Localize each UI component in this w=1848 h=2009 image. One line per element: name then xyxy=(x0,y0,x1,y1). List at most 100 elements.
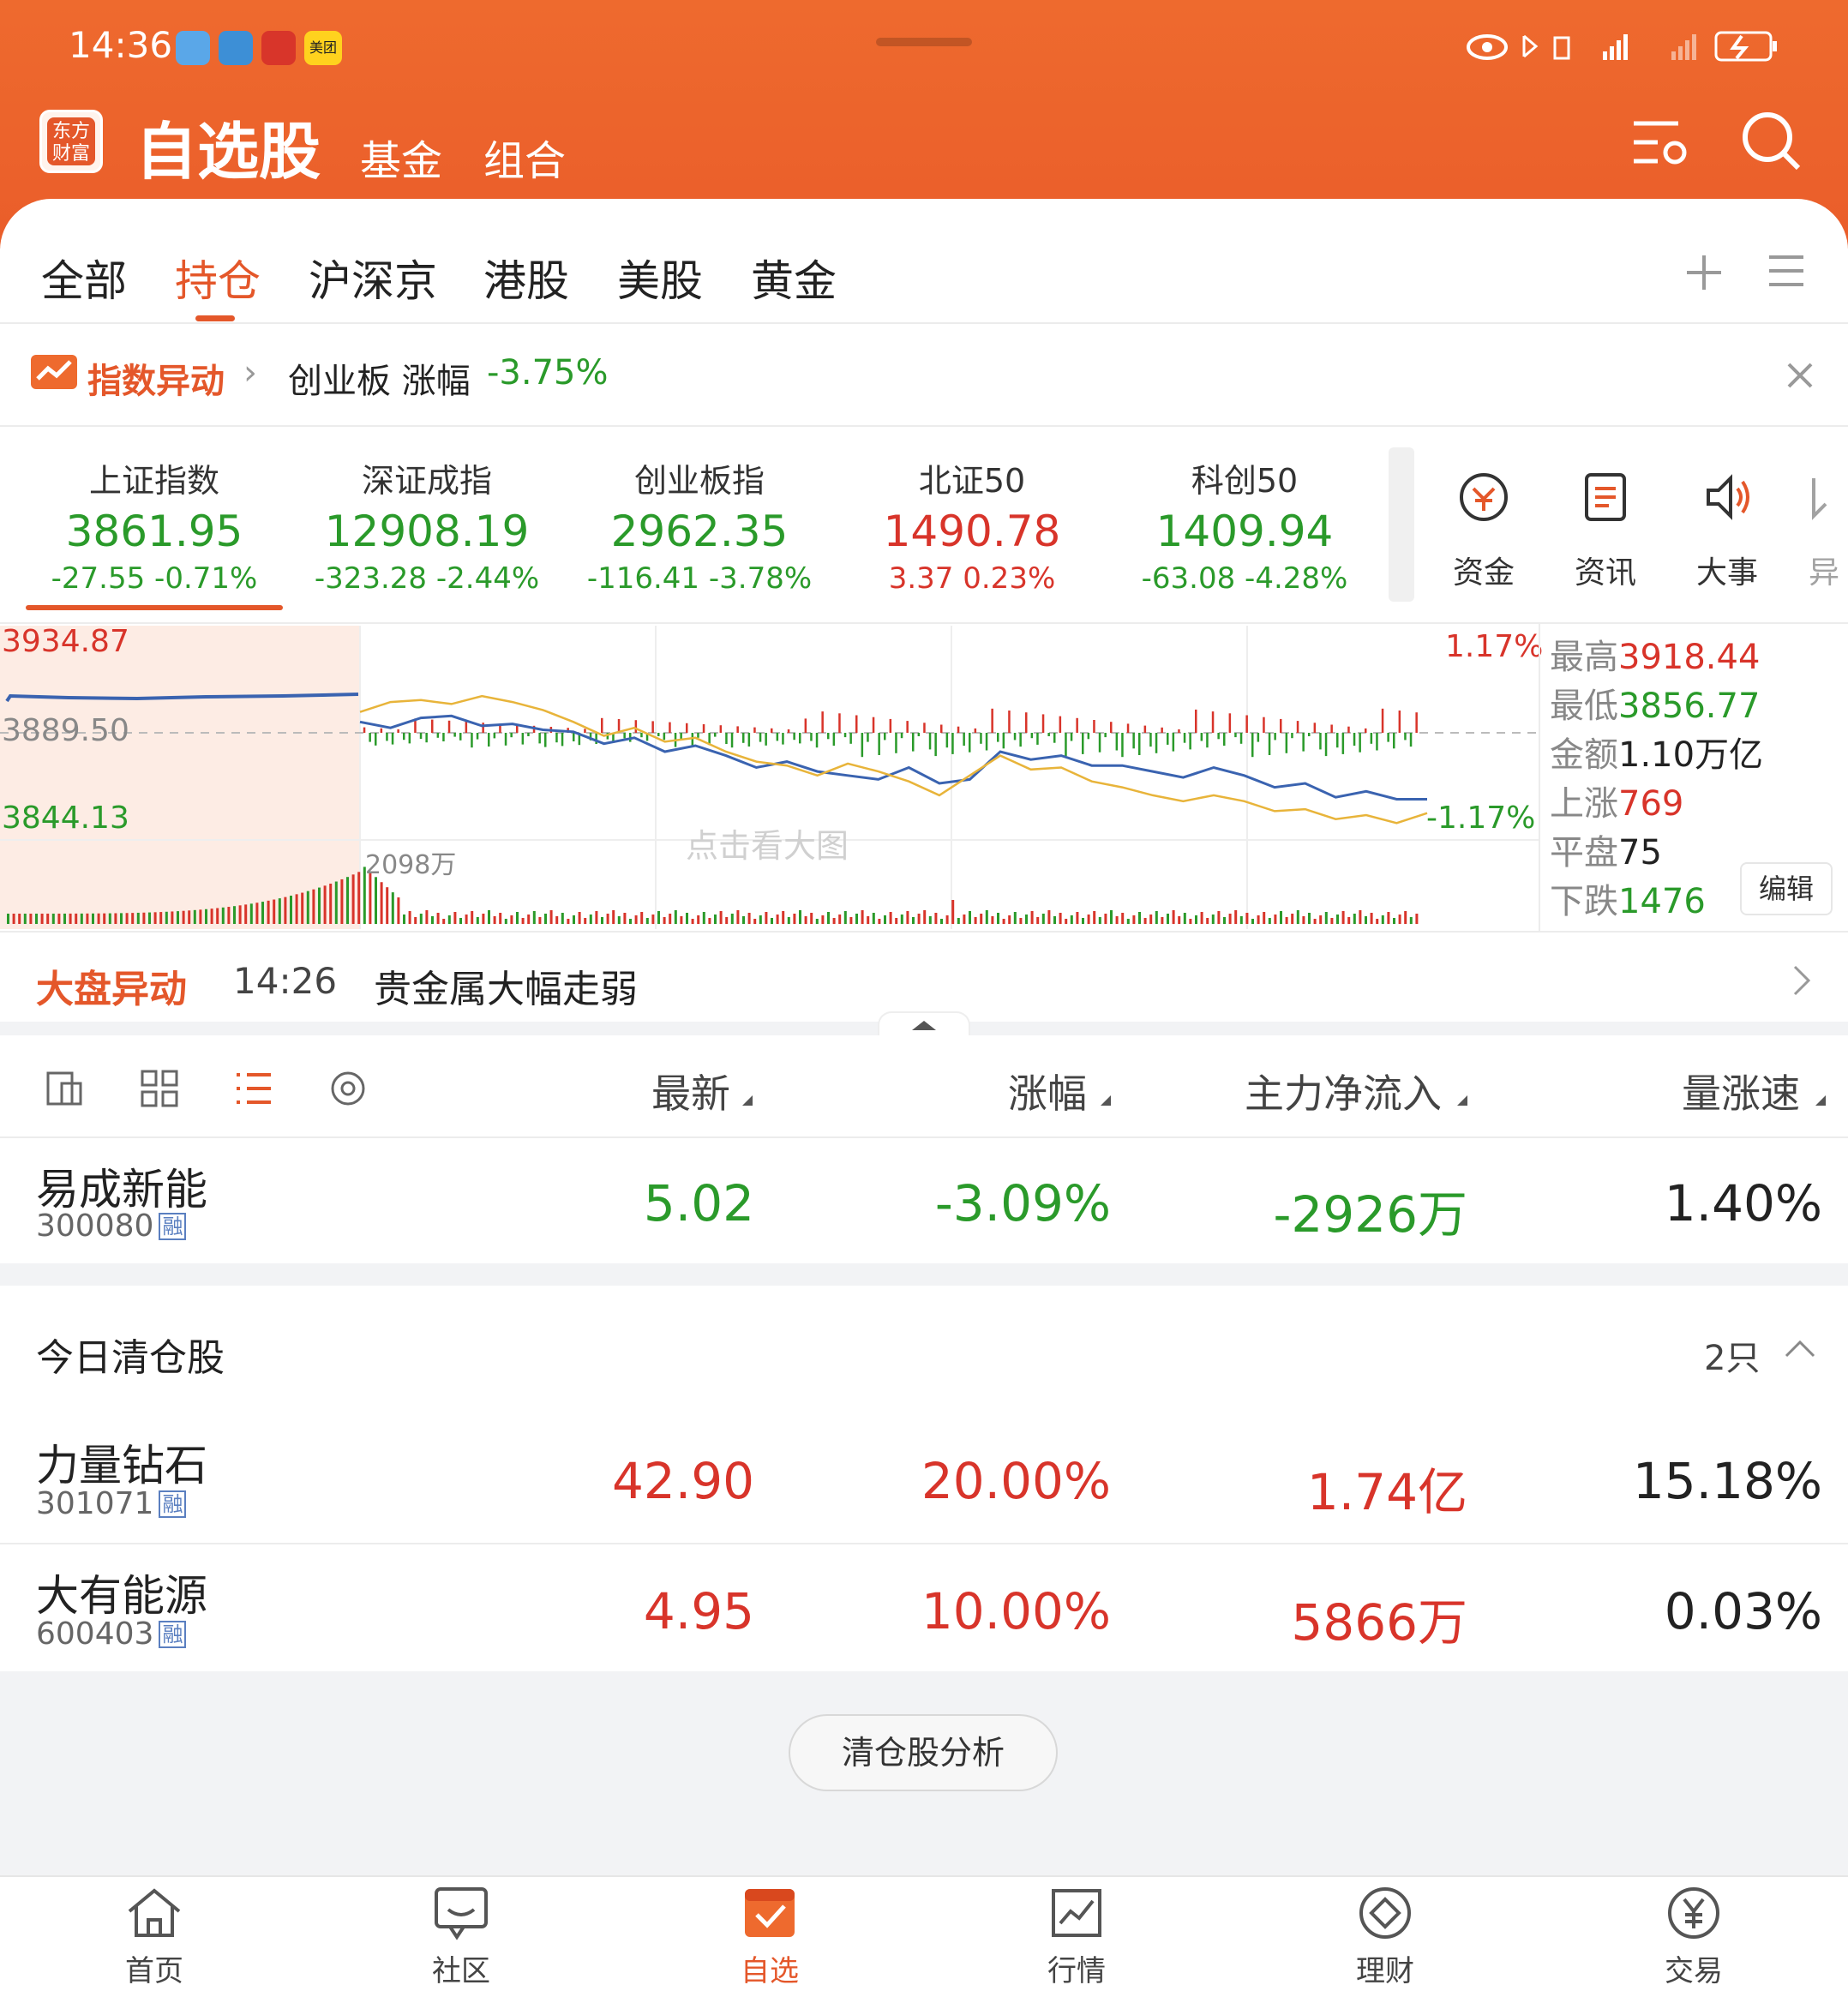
col-main-inflow[interactable]: 主力净流入 xyxy=(1245,1063,1442,1119)
index-change: -63.08 -4.28% xyxy=(1141,561,1348,596)
volume-bar xyxy=(1013,912,1017,924)
quick-news[interactable]: 资讯 xyxy=(1558,470,1653,592)
volume-bar xyxy=(23,913,27,924)
diff-bar xyxy=(985,733,988,751)
diff-bar xyxy=(855,715,858,733)
add-icon[interactable] xyxy=(1683,252,1725,293)
card-view-icon[interactable] xyxy=(45,1068,86,1109)
volume-bar xyxy=(193,909,196,924)
stock-name: 大有能源 xyxy=(36,1571,207,1621)
volume-bar xyxy=(1025,915,1028,924)
table-row[interactable]: 力量钻石 301071 融 42.90 20.00% 1.74亿 15.18% xyxy=(0,1414,1848,1543)
tab-fund[interactable]: 基金 xyxy=(360,127,442,187)
index-card[interactable]: 北证50 1490.78 3.37 0.23% xyxy=(835,454,1109,596)
quick-capital[interactable]: 资金 xyxy=(1437,470,1531,592)
quick-events[interactable]: 大事 xyxy=(1680,470,1774,592)
index-name: 创业板指 xyxy=(633,462,765,500)
settings-list-icon[interactable] xyxy=(1629,115,1690,170)
index-card[interactable]: 深证成指 12908.19 -323.28 -2.44% xyxy=(290,454,564,596)
volume-bar xyxy=(114,913,117,924)
chevron-right-icon[interactable] xyxy=(1791,963,1812,998)
tab-holdings[interactable]: 持仓 xyxy=(175,247,261,309)
diff-bar xyxy=(969,733,971,753)
index-change: -27.55 -0.71% xyxy=(51,561,258,596)
volume-bar xyxy=(849,917,853,924)
list-view-icon[interactable] xyxy=(233,1068,274,1109)
chart-high-label: 3934.87 xyxy=(2,624,129,659)
volume-bar xyxy=(442,919,446,924)
menu-icon[interactable] xyxy=(1767,252,1805,290)
drag-handle[interactable] xyxy=(876,38,972,46)
volume-bar xyxy=(589,915,592,924)
nav-watchlist[interactable]: 自选 xyxy=(684,1886,855,1989)
volume-bar xyxy=(736,910,740,924)
volume-bar xyxy=(747,913,751,924)
col-volume-speed[interactable]: 量涨速 xyxy=(1682,1063,1800,1119)
diff-bar xyxy=(436,733,440,738)
table-row[interactable]: 易成新能 300080 融 5.02 -3.09% -2926万 1.40% xyxy=(0,1136,1848,1263)
volume-bar xyxy=(1070,915,1073,924)
target-view-icon[interactable] xyxy=(327,1068,369,1109)
grid-view-icon[interactable] xyxy=(139,1068,180,1109)
diff-bar xyxy=(821,711,824,733)
diff-bar xyxy=(1211,711,1215,733)
nav-wealth[interactable]: 理财 xyxy=(1299,1886,1471,1989)
volume-bar xyxy=(606,914,609,924)
volume-bar xyxy=(301,892,304,924)
edit-button[interactable]: 编辑 xyxy=(1740,862,1833,915)
volume-bar xyxy=(867,916,870,924)
diff-bar xyxy=(1200,733,1203,741)
cleared-analysis-button[interactable]: 清仓股分析 xyxy=(789,1714,1058,1791)
index-card[interactable]: 上证指数 3861.95 -27.55 -0.71% xyxy=(17,454,291,596)
col-change[interactable]: 涨幅 xyxy=(1008,1063,1087,1119)
nav-community[interactable]: 社区 xyxy=(375,1886,547,1989)
collapse-toggle[interactable] xyxy=(878,1011,970,1037)
intraday-chart[interactable] xyxy=(0,626,1543,929)
col-latest[interactable]: 最新 xyxy=(651,1063,730,1119)
volume-bar xyxy=(29,913,33,924)
diff-bar xyxy=(1415,712,1418,733)
search-icon[interactable] xyxy=(1740,110,1803,173)
diff-bar xyxy=(386,733,388,741)
chart-volume-label: 2098万 xyxy=(365,850,457,880)
index-alert-label[interactable]: 指数异动 xyxy=(87,353,225,403)
tab-us-stocks[interactable]: 美股 xyxy=(617,247,703,309)
index-card[interactable]: 科创50 1409.94 -63.08 -4.28% xyxy=(1107,454,1382,596)
volume-bar xyxy=(1053,916,1056,924)
volume-bar xyxy=(776,915,779,924)
diff-bar xyxy=(1347,726,1350,733)
chevron-up-icon xyxy=(912,1021,936,1030)
stock-change: 10.00% xyxy=(921,1582,1111,1640)
volume-bar xyxy=(1098,917,1101,924)
nav-market[interactable]: 行情 xyxy=(991,1886,1162,1989)
diff-bar xyxy=(1008,711,1011,733)
diff-bar xyxy=(719,725,723,733)
tab-shanghai-shenzhen-beijing[interactable]: 沪深京 xyxy=(309,247,437,309)
nav-trade[interactable]: 交易 xyxy=(1608,1886,1779,1989)
volume-bar xyxy=(1387,912,1390,924)
tab-all[interactable]: 全部 xyxy=(41,247,127,309)
close-icon[interactable] xyxy=(1786,362,1814,389)
table-row[interactable]: 大有能源 600403 融 4.95 10.00% 5866万 0.03% xyxy=(0,1543,1848,1671)
chevron-up-icon[interactable] xyxy=(1783,1339,1817,1359)
volume-bar xyxy=(799,910,801,924)
diff-bar xyxy=(1019,733,1022,747)
index-card[interactable]: 创业板指 2962.35 -116.41 -3.78% xyxy=(562,454,837,596)
volume-bar xyxy=(567,919,570,924)
quick-anomaly[interactable]: 异 xyxy=(1800,470,1848,592)
nav-home[interactable]: 首页 xyxy=(69,1886,240,1989)
index-alert-value: -3.75% xyxy=(487,353,609,393)
diff-bar xyxy=(759,733,762,742)
market-stat: 最高3918.44 xyxy=(1550,638,1761,677)
tab-hk-stocks[interactable]: 港股 xyxy=(483,247,569,309)
diff-bar xyxy=(1189,733,1191,750)
diff-bar xyxy=(601,717,603,733)
tab-gold[interactable]: 黄金 xyxy=(751,247,837,309)
tab-portfolio[interactable]: 组合 xyxy=(483,127,566,187)
volume-bar xyxy=(878,919,881,924)
market-alert-text[interactable]: 贵金属大幅走弱 xyxy=(374,958,638,1013)
diff-bar xyxy=(753,727,756,733)
diff-bar xyxy=(488,733,490,747)
diff-bar xyxy=(736,726,739,733)
volume-bar xyxy=(312,889,315,924)
